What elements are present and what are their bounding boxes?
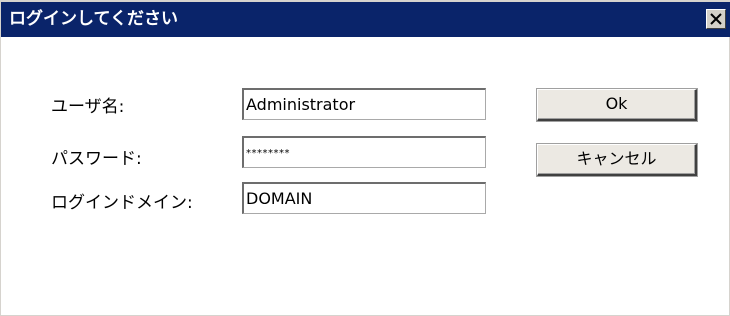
close-button[interactable]	[706, 9, 726, 29]
close-icon	[710, 13, 722, 25]
login-domain-field[interactable]	[242, 182, 486, 214]
password-label: パスワード:	[51, 149, 142, 169]
ok-button[interactable]: Ok	[537, 89, 697, 121]
username-label: ユーザ名:	[51, 97, 125, 117]
window-title: ログインしてください	[9, 9, 178, 29]
login-domain-label: ログインドメイン:	[51, 193, 193, 213]
title-bar[interactable]: ログインしてください	[1, 0, 730, 37]
cancel-button[interactable]: キャンセル	[537, 144, 697, 176]
username-field[interactable]	[242, 88, 486, 120]
login-dialog: ログインしてください ユーザ名: パスワード: ログインドメイン: Ok キャン…	[0, 0, 730, 316]
password-field[interactable]	[242, 136, 486, 168]
